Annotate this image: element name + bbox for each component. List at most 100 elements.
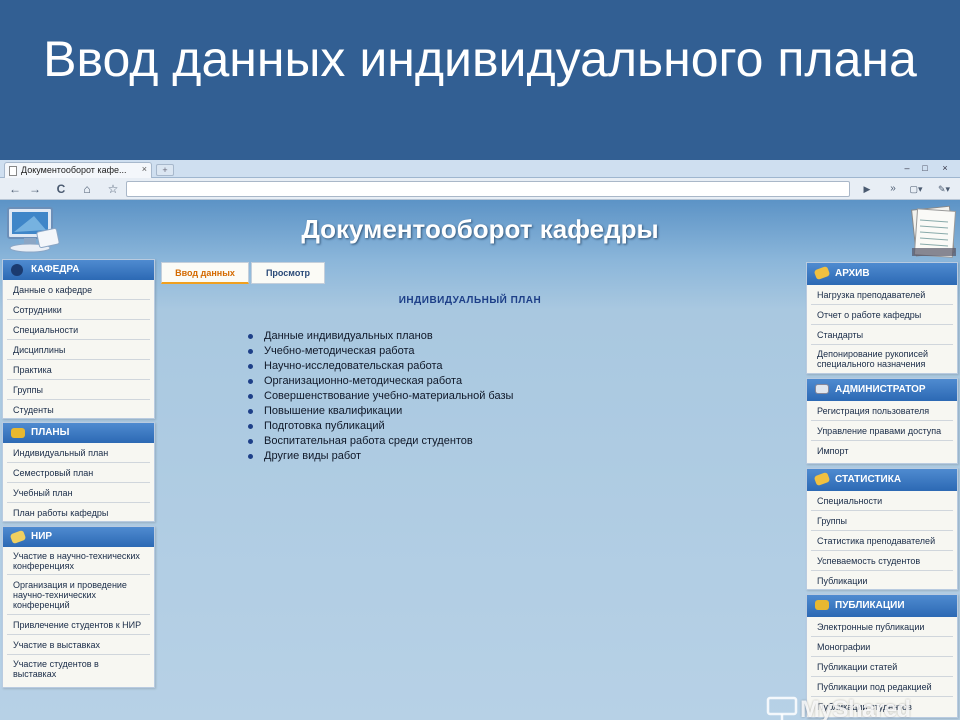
plan-section-link[interactable]: Подготовка публикаций <box>246 419 646 434</box>
plan-heading: ИНДИВИДУАЛЬНЫЙ ПЛАН <box>398 295 542 306</box>
plan-section-label: Научно-исследовательская работа <box>264 360 443 372</box>
menu-item[interactable]: Управление правами доступа <box>811 421 953 441</box>
menu-item[interactable]: Стандарты <box>811 325 953 345</box>
panel-header: ПЛАНЫ <box>3 423 154 443</box>
menu-item[interactable]: Участие в научно-технических конференция… <box>7 547 150 575</box>
browser-toolbar: ← → C ⌂ ☆ ▶ » ▢▾ ✎▾ <box>0 178 960 200</box>
plan-section-link[interactable]: Другие виды работ <box>246 449 646 464</box>
browser-tab[interactable]: Документооборот кафе... × <box>4 162 152 178</box>
browser-window: Документооборот кафе... × + – □ × ← → C … <box>0 160 960 720</box>
slide-title: Ввод данных индивидуального плана <box>0 0 960 160</box>
menu-item[interactable]: Публикации под редакцией <box>811 677 953 697</box>
panel-title: КАФЕДРА <box>31 264 80 275</box>
panel-title: ПУБЛИКАЦИИ <box>835 600 905 611</box>
menu-item[interactable]: Статистика преподавателей <box>811 531 953 551</box>
wrench-menu-icon[interactable]: ✎▾ <box>932 181 956 197</box>
home-icon[interactable]: ⌂ <box>78 181 96 197</box>
menu-item[interactable]: Учебный план <box>7 483 150 503</box>
panel-header: КАФЕДРА <box>3 260 154 280</box>
menu-item[interactable]: Нагрузка преподавателей <box>811 285 953 305</box>
pencil-icon <box>813 265 831 281</box>
menu-item[interactable]: Организация и проведение научно-техничес… <box>7 575 150 615</box>
bullet-icon <box>248 394 253 399</box>
menu-item[interactable]: Семестровый план <box>7 463 150 483</box>
address-bar[interactable] <box>126 181 850 197</box>
forward-icon[interactable]: → <box>26 181 44 197</box>
menu-item[interactable]: Привлечение студентов к НИР <box>7 615 150 635</box>
more-icon[interactable]: » <box>884 181 902 197</box>
panel-kafedra: КАФЕДРА Данные о кафедре Сотрудники Спец… <box>2 259 155 419</box>
panel-title: СТАТИСТИКА <box>835 474 902 485</box>
bullet-icon <box>248 349 253 354</box>
hat-icon <box>11 428 25 438</box>
plan-section-link[interactable]: Воспитательная работа среди студентов <box>246 434 646 449</box>
menu-item[interactable]: Отчет о работе кафедры <box>811 305 953 325</box>
menu-item[interactable]: Сотрудники <box>7 300 150 320</box>
menu-item[interactable]: Индивидуальный план <box>7 443 150 463</box>
plan-section-link[interactable]: Данные индивидуальных планов <box>246 329 646 344</box>
menu-item[interactable]: Группы <box>811 511 953 531</box>
menu-item[interactable]: Депонирование рукописей специального наз… <box>811 345 953 373</box>
menu-item[interactable]: Публикации статей <box>811 657 953 677</box>
bullet-icon <box>248 409 253 414</box>
panel-plany: ПЛАНЫ Индивидуальный план Семестровый пл… <box>2 422 155 522</box>
site-page: Документооборот кафедры КАФЕДРА Данные о… <box>0 200 960 720</box>
panel-statistika: СТАТИСТИКА Специальности Группы Статисти… <box>806 468 958 590</box>
tab-input-data[interactable]: Ввод данных <box>161 262 249 284</box>
page-menu-icon[interactable]: ▢▾ <box>904 181 928 197</box>
menu-item[interactable]: Группы <box>7 380 150 400</box>
menu-item[interactable]: Участие в выставках <box>7 635 150 655</box>
menu-item[interactable]: Данные о кафедре <box>7 280 150 300</box>
papers-stack-icon <box>911 205 957 258</box>
panel-arkhiv: АРХИВ Нагрузка преподавателей Отчет о ра… <box>806 262 958 374</box>
menu-item[interactable]: Специальности <box>811 491 953 511</box>
pencil-icon <box>9 529 27 545</box>
menu-item[interactable]: Успеваемость студентов <box>811 551 953 571</box>
bullet-icon <box>248 454 253 459</box>
menu-item[interactable]: План работы кафедры <box>7 503 150 523</box>
monitor-logo-icon <box>7 207 60 253</box>
tab-view[interactable]: Просмотр <box>251 262 325 284</box>
menu-item[interactable]: Специальности <box>7 320 150 340</box>
go-icon[interactable]: ▶ <box>858 181 876 197</box>
plan-section-label: Подготовка публикаций <box>264 420 385 432</box>
menu-item[interactable]: Импорт <box>811 441 953 461</box>
menu-item[interactable]: Электронные публикации <box>811 617 953 637</box>
menu-item[interactable]: Дисциплины <box>7 340 150 360</box>
reload-icon[interactable]: C <box>52 181 70 197</box>
envelope-icon <box>815 384 829 394</box>
browser-tab-title: Документооборот кафе... <box>21 165 127 175</box>
hat-icon <box>815 600 829 610</box>
panel-title: ПЛАНЫ <box>31 427 70 438</box>
plan-section-label: Совершенствование учебно-материальной ба… <box>264 390 514 402</box>
bullet-icon <box>248 334 253 339</box>
panel-title: АДМИНИСТРАТОР <box>835 384 926 395</box>
browser-tab-bar: Документооборот кафе... × + – □ × <box>0 160 960 178</box>
plan-section-link[interactable]: Организационно-методическая работа <box>246 374 646 389</box>
menu-item[interactable]: Участие студентов в выставках <box>7 655 150 683</box>
plan-section-link[interactable]: Учебно-методическая работа <box>246 344 646 359</box>
maximize-icon[interactable]: □ <box>918 162 932 174</box>
plan-section-link[interactable]: Совершенствование учебно-материальной ба… <box>246 389 646 404</box>
new-tab-button[interactable]: + <box>156 164 174 176</box>
back-icon[interactable]: ← <box>6 181 24 197</box>
panel-title: АРХИВ <box>835 268 870 279</box>
bullet-icon <box>248 379 253 384</box>
close-tab-icon[interactable]: × <box>142 164 147 174</box>
menu-item[interactable]: Студенты <box>7 400 150 420</box>
close-window-icon[interactable]: × <box>938 162 952 174</box>
plan-section-label: Повышение квалификации <box>264 405 403 417</box>
menu-item[interactable]: Практика <box>7 360 150 380</box>
watermark-text: MyShared <box>800 696 911 720</box>
minimize-icon[interactable]: – <box>900 162 914 174</box>
menu-item[interactable]: Регистрация пользователя <box>811 401 953 421</box>
projector-icon <box>766 696 798 720</box>
plan-section-link[interactable]: Повышение квалификации <box>246 404 646 419</box>
panel-header: АРХИВ <box>807 263 957 285</box>
plan-section-link[interactable]: Научно-исследовательская работа <box>246 359 646 374</box>
pencil-icon <box>813 471 831 487</box>
bookmark-star-icon[interactable]: ☆ <box>104 181 122 197</box>
menu-item[interactable]: Монографии <box>811 637 953 657</box>
page-icon <box>9 166 17 176</box>
menu-item[interactable]: Публикации <box>811 571 953 591</box>
